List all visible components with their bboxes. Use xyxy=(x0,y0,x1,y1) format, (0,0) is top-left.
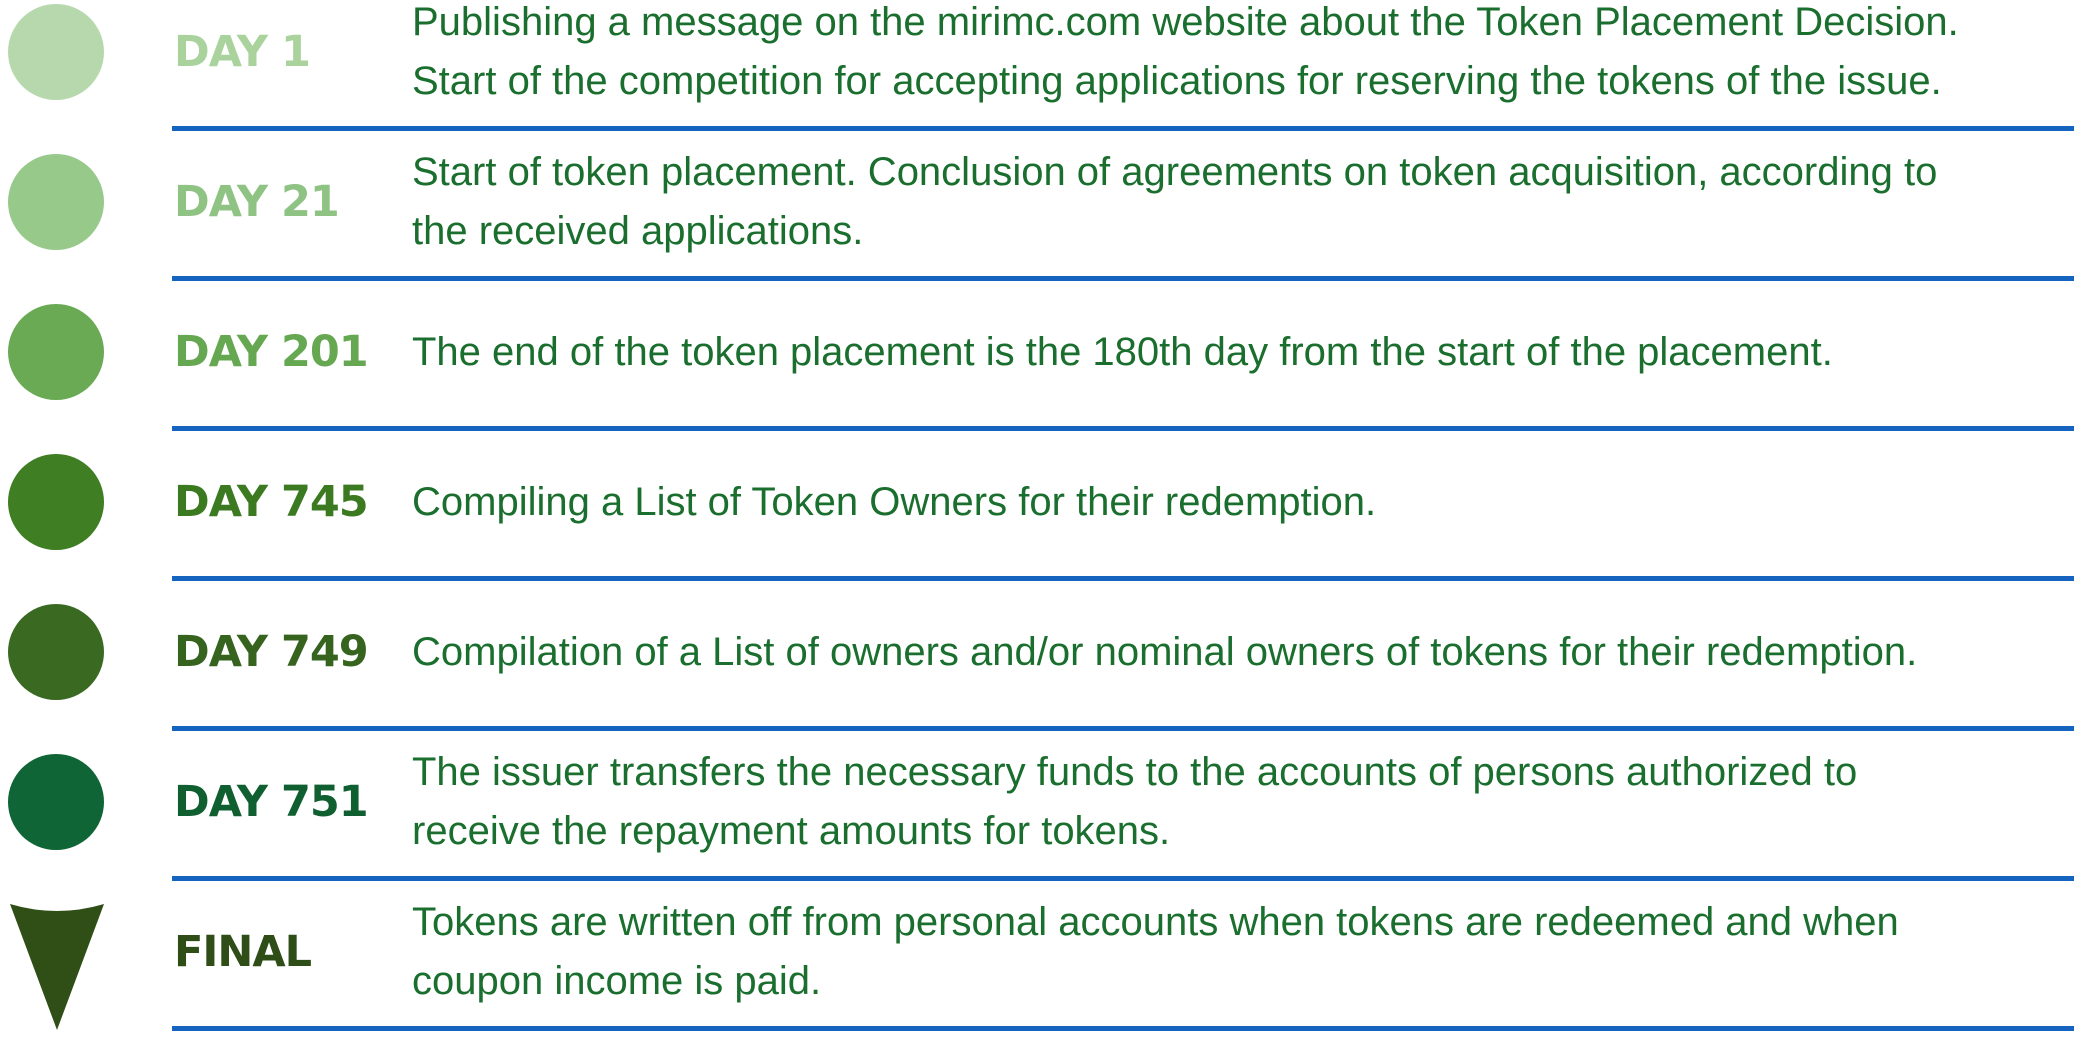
circle-icon xyxy=(8,454,104,550)
step-description: The end of the token placement is the 18… xyxy=(412,329,1833,374)
circle-icon xyxy=(8,604,104,700)
circle-icon xyxy=(8,154,104,250)
step-day-label: DAY 745 xyxy=(174,477,369,527)
divider xyxy=(172,576,2074,581)
timeline-step-day-21: DAY 21 Start of token placement. Conclus… xyxy=(0,150,2074,300)
timeline-step-day-1: DAY 1 Publishing a message on the mirimc… xyxy=(0,0,2074,150)
timeline-step-final: FINAL Tokens are written off from person… xyxy=(0,900,2074,1050)
step-day-label: DAY 751 xyxy=(174,777,369,827)
timeline-step-day-745: DAY 745 Compiling a List of Token Owners… xyxy=(0,450,2074,600)
divider xyxy=(172,876,2074,881)
circle-icon xyxy=(8,4,104,100)
timeline-step-day-201: DAY 201 The end of the token placement i… xyxy=(0,300,2074,450)
step-description: Tokens are written off from personal acc… xyxy=(412,900,1899,1003)
divider xyxy=(172,426,2074,431)
divider xyxy=(172,1026,2074,1031)
step-description: Compilation of a List of owners and/or n… xyxy=(412,629,1918,674)
step-day-label: DAY 1 xyxy=(174,27,311,77)
step-day-label: FINAL xyxy=(174,927,312,977)
timeline: DAY 1 Publishing a message on the mirimc… xyxy=(0,0,2074,1031)
step-description: Compiling a List of Token Owners for the… xyxy=(412,479,1377,524)
step-day-label: DAY 201 xyxy=(174,327,369,377)
circle-icon xyxy=(8,304,104,400)
step-description: Start of token placement. Conclusion of … xyxy=(412,150,1938,253)
step-description: Publishing a message on the mirimc.com w… xyxy=(412,0,1959,103)
step-day-label: DAY 749 xyxy=(174,627,369,677)
timeline-step-day-751: DAY 751 The issuer transfers the necessa… xyxy=(0,750,2074,900)
circle-icon xyxy=(8,754,104,850)
step-day-label: DAY 21 xyxy=(174,177,340,227)
arrow-down-icon xyxy=(10,904,104,1030)
divider xyxy=(172,126,2074,131)
arrow-down-icon-shape xyxy=(10,904,104,1030)
divider xyxy=(172,276,2074,281)
step-description: The issuer transfers the necessary funds… xyxy=(412,750,1858,853)
timeline-step-day-749: DAY 749 Compilation of a List of owners … xyxy=(0,600,2074,750)
divider xyxy=(172,726,2074,731)
